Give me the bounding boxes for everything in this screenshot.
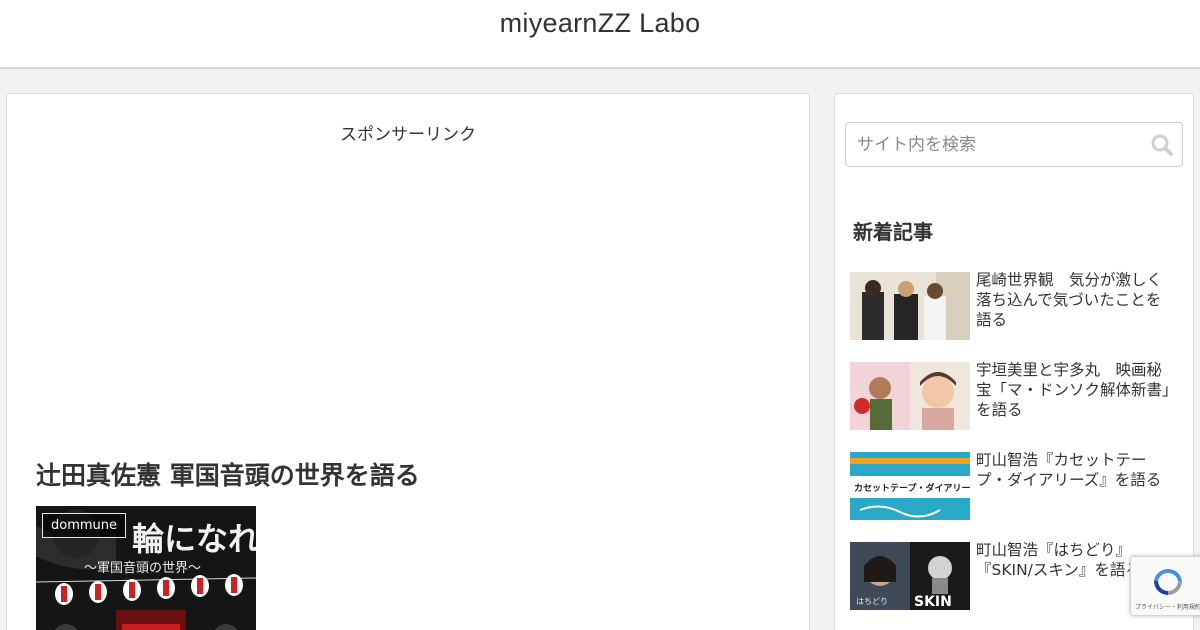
search-input[interactable]	[846, 123, 1146, 166]
sponsor-link-label: スポンサーリンク	[340, 125, 476, 145]
post-title[interactable]: 町山智浩『カセットテープ・ダイアリーズ』を語る	[976, 450, 1176, 490]
eyecatch-image: 輪になれ 〜軍国音頭の世界〜 dommune	[36, 506, 256, 630]
post-thumbnail-text-right: SKIN	[914, 594, 952, 610]
site-header: miyearnZZ Labo	[0, 0, 1200, 69]
post-thumbnail-image: カセットテープ・ダイアリーズ	[850, 452, 970, 520]
eyecatch-title-text: 輪になれ	[132, 520, 256, 558]
post-thumbnail-text-left: はちどり	[856, 597, 888, 606]
ad-area	[37, 154, 779, 444]
category-label[interactable]: dommune	[42, 513, 127, 538]
post-item[interactable]: 宇垣美里と宇多丸 映画秘宝「マ・ドンソク解体新書」を語る	[850, 360, 1180, 430]
post-thumbnail	[850, 272, 970, 340]
sidebar: 新着記事 尾崎世界観 気分が激しく落ち込んで気づいたことを語る	[834, 93, 1194, 630]
site-title[interactable]: miyearnZZ Labo	[0, 8, 1200, 39]
eyecatch-subtitle-text: 〜軍国音頭の世界〜	[84, 560, 201, 576]
search-icon	[1151, 134, 1173, 156]
search-button[interactable]	[1150, 133, 1174, 157]
post-thumbnail-image	[850, 362, 970, 430]
post-title[interactable]: 宇垣美里と宇多丸 映画秘宝「マ・ドンソク解体新書」を語る	[976, 360, 1176, 420]
post-thumbnail: カセットテープ・ダイアリーズ	[850, 452, 970, 520]
post-title[interactable]: 尾崎世界観 気分が激しく落ち込んで気づいたことを語る	[976, 270, 1176, 330]
entry-title: 辻田真佐憲 軍国音頭の世界を語る	[36, 461, 420, 490]
recaptcha-badge[interactable]: プライバシー・利用規約	[1130, 556, 1200, 616]
search-box	[845, 122, 1183, 167]
post-thumbnail-image	[850, 272, 970, 340]
post-thumbnail: はちどり SKIN	[850, 542, 970, 610]
recaptcha-icon	[1154, 568, 1182, 595]
post-item[interactable]: 尾崎世界観 気分が激しく落ち込んで気づいたことを語る	[850, 270, 1180, 340]
post-thumbnail-text: カセットテープ・ダイアリーズ	[854, 482, 970, 494]
post-thumbnail-image: はちどり SKIN	[850, 542, 970, 610]
post-item[interactable]: カセットテープ・ダイアリーズ 町山智浩『カセットテープ・ダイアリーズ』を語る	[850, 450, 1180, 520]
post-thumbnail	[850, 362, 970, 430]
new-posts-title: 新着記事	[853, 220, 933, 244]
main-content: スポンサーリンク 辻田真佐憲 軍国音頭の世界を語る 輪になれ 〜軍国音頭の世界〜…	[6, 93, 810, 630]
recaptcha-footer-text[interactable]: プライバシー・利用規約	[1131, 602, 1200, 611]
